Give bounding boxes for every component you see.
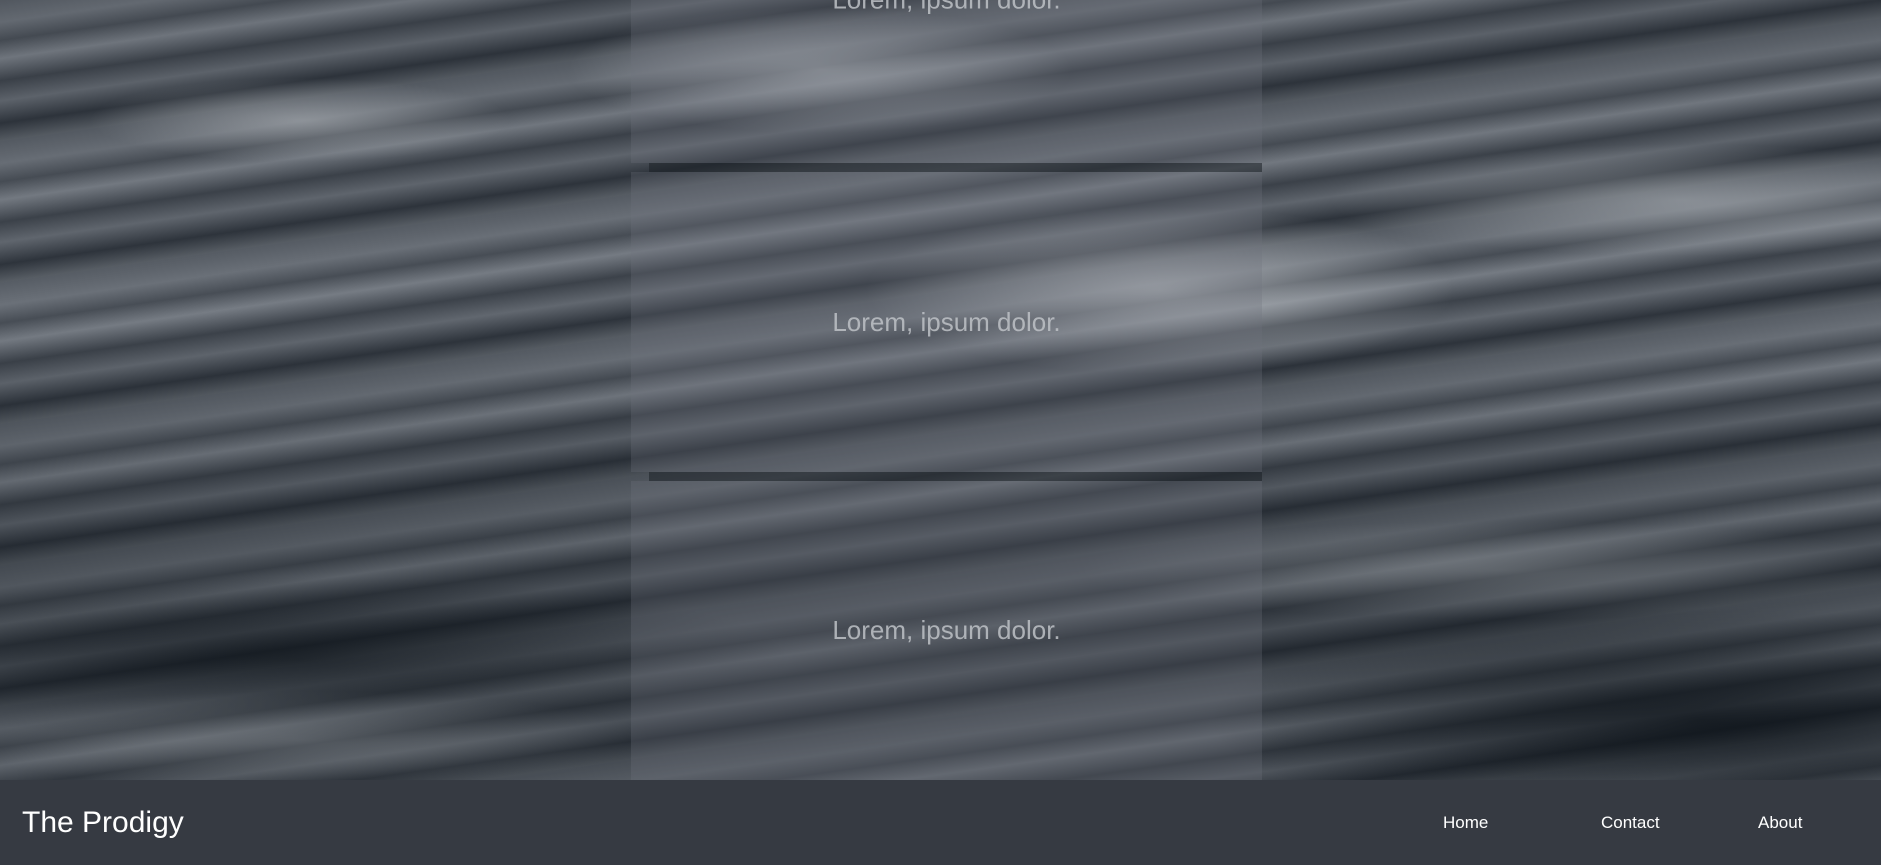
nav-link-home[interactable]: Home	[1443, 780, 1488, 865]
nav-link-contact[interactable]: Contact	[1601, 780, 1660, 865]
content-panel-1: Lorem, ipsum dolor.	[631, 0, 1262, 163]
content-panel-2: Lorem, ipsum dolor.	[631, 172, 1262, 472]
content-panel-3: Lorem, ipsum dolor.	[631, 481, 1262, 780]
panel-text-3: Lorem, ipsum dolor.	[832, 615, 1061, 645]
brand-logo-link[interactable]: The Prodigy	[22, 780, 184, 865]
bottom-navbar: The Prodigy Home Contact About	[0, 780, 1881, 865]
panel-column: Lorem, ipsum dolor. Lorem, ipsum dolor. …	[631, 0, 1262, 780]
panel-divider-2	[649, 472, 1262, 481]
panel-divider-1	[649, 163, 1262, 172]
panel-text-1: Lorem, ipsum dolor.	[631, 0, 1262, 16]
nav-link-about[interactable]: About	[1758, 780, 1802, 865]
panel-text-2: Lorem, ipsum dolor.	[832, 306, 1061, 337]
